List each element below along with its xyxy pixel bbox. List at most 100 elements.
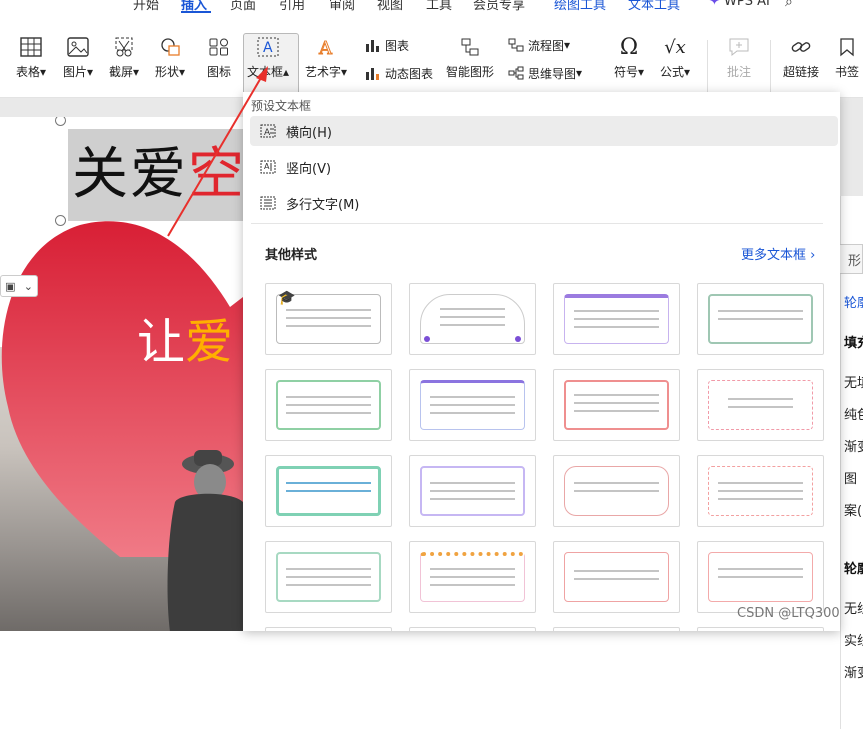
icon-label: 图标 [206,65,231,79]
textbox-style-thumb[interactable] [409,369,536,441]
tab-reference[interactable]: 引用 [279,0,305,13]
textbox-style-thumb[interactable] [409,455,536,527]
textbox-style-thumb[interactable] [697,455,824,527]
icon-button[interactable]: 图标 [206,34,232,80]
textbox-style-thumb[interactable] [265,541,392,613]
screenshot-button[interactable]: 截屏▾ [109,34,139,80]
textbox-style-thumb[interactable] [697,283,824,355]
slide[interactable]: 关爱空 让爱 ▣ ⌄ [0,117,243,631]
mindmap-button[interactable]: 思维导图 ▾ [507,64,582,82]
subtitle-yellow-text: 爱 [185,314,234,370]
right-properties-panel: 轮廓 填充 无填 纯色 渐变 图 案(I 轮廓 无线 实线 渐变 [840,196,863,729]
chart-label: 图表 [385,38,410,53]
resize-handle-bottom-left[interactable] [55,215,66,226]
comment-add-icon [726,34,752,60]
chevron-right-icon: › [810,248,816,263]
panel-gradient-line[interactable]: 渐变 [844,662,863,681]
ribbon-divider [770,40,771,92]
textbox-dropdown-menu: 预设文本框 A 横向(H) A 竖向(V) 多行文字(M) 其他样式 更多文本框… [243,92,840,631]
textbox-style-thumb[interactable] [697,369,824,441]
textbox-style-thumb[interactable] [409,627,536,631]
symbol-button[interactable]: Ω 符号▾ [614,34,644,80]
textbox-style-thumb[interactable] [265,369,392,441]
comment-label: 批注 [726,65,751,79]
textbox-style-thumb[interactable] [553,283,680,355]
chevron-down-icon: ⌄ [23,279,33,293]
panel-shape-tab[interactable]: 形 [838,244,863,274]
tab-member[interactable]: 会员专享 [473,0,525,13]
slide-subtitle: 让爱 [137,302,233,372]
panel-outline-header[interactable]: 轮廓 [844,292,863,311]
shape-button[interactable]: 形状▾ [155,34,185,80]
flowchart-label: 流程图 [528,38,565,53]
tab-home[interactable]: 开始 [133,0,159,13]
symbol-label: 符号 [614,65,639,79]
tab-text-tools[interactable]: 文本工具 [628,0,680,13]
tab-tools[interactable]: 工具 [426,0,452,13]
textbox-style-thumb[interactable] [409,541,536,613]
search-icon[interactable]: ⌕ [785,0,793,10]
svg-text:A: A [264,128,271,138]
layout-mini-toolbar[interactable]: ▣ ⌄ [0,275,38,297]
chart-button[interactable]: 图表 [364,36,409,54]
panel-fill-header: 填充 [844,336,863,351]
ribbon: 表格▾ 图片▾ 截屏▾ 形状▾ 图标 A 文本框▴ A 艺术字▾ 图表 动态图表… [0,14,863,98]
tab-wps-ai[interactable]: ✦ WPS AI [709,0,770,9]
bookmark-button[interactable]: 书签 [834,34,860,80]
panel-solid-line[interactable]: 实线 [844,630,863,649]
more-textboxes-link[interactable]: 更多文本框 › [741,244,815,263]
picture-button[interactable]: 图片▾ [63,34,93,80]
panel-no-line[interactable]: 无线 [844,598,863,617]
textbox-style-thumb[interactable] [409,283,536,355]
textbox-style-thumb[interactable] [553,627,680,631]
textbox-style-thumb[interactable] [265,627,392,631]
textbox-style-thumb[interactable] [553,455,680,527]
formula-button[interactable]: √x 公式▾ [660,34,690,80]
textbox-style-thumb[interactable] [265,455,392,527]
vertical-textbox-icon: A [260,159,276,175]
textbox-style-thumb[interactable] [697,627,824,631]
preset-textbox-header: 预设文本框 [251,99,312,113]
svg-text:A: A [318,38,333,57]
textbox-style-thumb[interactable] [553,369,680,441]
panel-gradient-fill[interactable]: 渐变 [844,436,863,455]
option-multiline[interactable]: 多行文字(M) [250,188,838,218]
horizontal-textbox-icon: A [260,123,276,139]
formula-label: 公式 [660,65,685,79]
bar-chart-icon [364,36,382,54]
link-icon [788,34,814,60]
icons-grid-icon [206,34,232,60]
panel-picture-fill[interactable]: 图 [844,468,857,487]
wordart-button[interactable]: A 艺术字▾ [305,34,347,80]
screenshot-label: 截屏 [109,65,134,79]
option-vertical[interactable]: A 竖向(V) [250,152,838,182]
table-button[interactable]: 表格▾ [16,34,46,80]
tab-drawing-tools[interactable]: 绘图工具 [554,0,606,13]
tab-page[interactable]: 页面 [230,0,256,13]
textbox-style-thumb[interactable]: 🎓 [265,283,392,355]
panel-pattern-fill[interactable]: 案(I [844,500,863,519]
svg-text:A: A [264,162,270,171]
panel-solid-fill[interactable]: 纯色 [844,404,863,423]
comment-button[interactable]: 批注 [726,34,752,80]
shape-icon [157,34,183,60]
tab-review[interactable]: 审阅 [329,0,355,13]
textbox-button[interactable]: A 文本框▴ [247,34,289,80]
dynamic-chart-button[interactable]: 动态图表 [364,64,433,82]
textbox-style-thumb[interactable] [697,541,824,613]
option-horizontal[interactable]: A 横向(H) [250,116,838,146]
dynamic-chart-label: 动态图表 [385,66,434,81]
smartart-icon [457,34,483,60]
mindmap-label: 思维导图 [528,66,577,81]
flowchart-button[interactable]: 流程图 ▾ [507,36,570,54]
wordart-icon: A [313,34,339,60]
tab-view[interactable]: 视图 [377,0,403,13]
table-label: 表格 [16,65,41,79]
textbox-style-thumb[interactable] [553,541,680,613]
wordart-label: 艺术字 [305,65,342,79]
tab-insert-underline [181,11,211,13]
panel-no-fill[interactable]: 无填 [844,372,863,391]
smartart-button[interactable]: 智能图形 [446,34,494,80]
resize-handle-top-left[interactable] [55,117,66,126]
hyperlink-button[interactable]: 超链接 [783,34,819,80]
